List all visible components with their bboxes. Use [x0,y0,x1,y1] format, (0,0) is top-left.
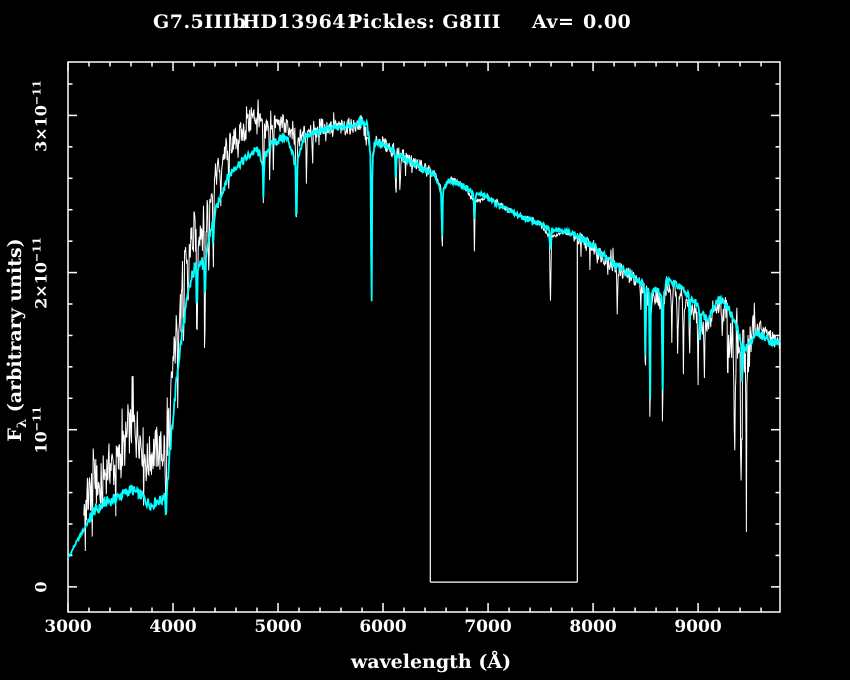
y-axis-label: Fλ (arbitrary units) [4,238,30,441]
y-tick-label-2e-11: 2×10−11 [29,237,50,309]
x-tick-label-6000: 6000 [359,617,407,637]
y-tick-label-1e-11: 10−11 [29,406,50,453]
y-tick-coef: 3×10 [31,105,51,152]
x-tick-label-8000: 8000 [569,617,617,637]
av-value: 0.00 [583,11,632,33]
pickles-template-label: Pickles: G8III [348,11,501,33]
y-tick-label-0: 0 [29,581,51,593]
x-tick-label-3000: 3000 [44,617,92,637]
spectrum-chart [67,61,781,613]
y-tick-coef: 2×10 [31,262,51,309]
x-tick-label-7000: 7000 [464,617,512,637]
star-name-label: HD139641 [242,11,360,33]
x-tick-label-4000: 4000 [149,617,197,637]
spectrum-viewer-window: G7.5IIIb HD139641 Pickles: G8III Av= 0.0… [0,0,850,680]
y-tick-exp: −11 [29,406,44,432]
flux-symbol: F [4,428,27,442]
y-tick-exp: −11 [29,237,44,263]
y-tick-coef: 0 [31,581,51,593]
x-axis-label: wavelength (Å) [350,651,512,673]
star-class-label: G7.5IIIb [153,11,247,33]
y-tick-coef: 10 [31,431,51,454]
x-tick-label-9000: 9000 [674,617,722,637]
flux-units-text: (arbitrary units) [4,238,27,419]
x-tick-label-5000: 5000 [254,617,302,637]
y-tick-exp: −11 [29,80,44,106]
av-label: Av= [532,11,575,33]
y-tick-label-3e-11: 3×10−11 [29,80,50,152]
flux-subscript: λ [14,418,30,429]
